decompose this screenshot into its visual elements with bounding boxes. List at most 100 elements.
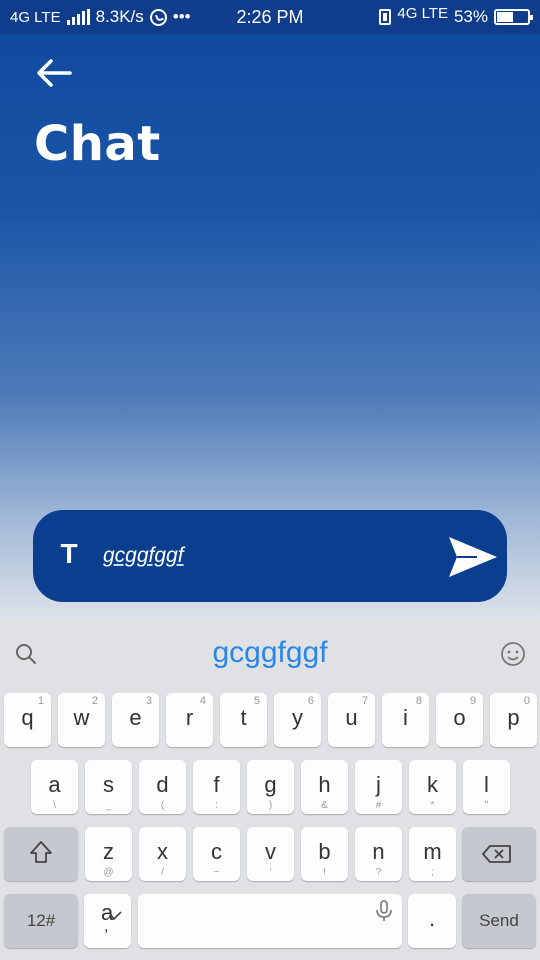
backspace-key[interactable] xyxy=(462,827,536,881)
key-alt-label: ' xyxy=(269,867,272,878)
key-alt-label: " xyxy=(484,800,489,811)
key-alt-label: * xyxy=(430,800,435,811)
key-label: c xyxy=(211,839,222,864)
back-button[interactable] xyxy=(34,56,74,90)
key-label: x xyxy=(157,839,168,864)
key-m[interactable]: m; xyxy=(409,827,456,881)
whatsapp-icon xyxy=(149,8,167,26)
key-label: w xyxy=(73,705,90,730)
shift-key[interactable] xyxy=(4,827,78,881)
space-bar[interactable] xyxy=(138,894,402,948)
key-n[interactable]: n? xyxy=(355,827,402,881)
key-label: s xyxy=(103,772,114,797)
key-f[interactable]: f: xyxy=(193,760,240,814)
arrow-left-icon xyxy=(37,59,72,87)
key-h[interactable]: h & xyxy=(301,760,348,814)
key-label: r xyxy=(185,705,194,730)
language-key[interactable]: a , xyxy=(84,894,131,948)
text-format-icon[interactable]: T xyxy=(57,538,81,570)
send-key[interactable]: Send xyxy=(462,894,536,948)
key-alt-label: ; xyxy=(431,867,434,878)
key-y[interactable]: y6 xyxy=(274,693,321,747)
key-alt-label: / xyxy=(161,867,164,878)
key-d[interactable]: d( xyxy=(139,760,186,814)
key-o[interactable]: o9 xyxy=(436,693,483,747)
network-type: 4G LTE xyxy=(10,8,61,26)
key-label: p xyxy=(507,705,520,730)
key-r[interactable]: r4 xyxy=(166,693,213,747)
key-alt-label: # xyxy=(375,800,382,811)
key-alt-label: & xyxy=(321,800,328,811)
key-p[interactable]: p0 xyxy=(490,693,537,747)
key-alt-label: @ xyxy=(103,867,114,878)
send-key-label: Send xyxy=(479,911,519,930)
status-bar: 4G LTE 8.3K/s ••• 2:26 PM 4G LTE 53% xyxy=(0,0,540,34)
key-alt-label: 7 xyxy=(361,695,368,707)
word-suggestion[interactable]: gcggfggf xyxy=(0,636,540,670)
key-label: b xyxy=(318,839,331,864)
key-label: f xyxy=(213,772,220,797)
key-x[interactable]: x / xyxy=(139,827,186,881)
key-b[interactable]: b! xyxy=(301,827,348,881)
key-alt-label: \ xyxy=(53,800,56,811)
key-alt-label: 1 xyxy=(37,695,44,707)
key-label: a xyxy=(48,772,61,797)
key-label: q xyxy=(21,705,34,730)
key-label: z xyxy=(103,839,114,864)
key-e[interactable]: e3 xyxy=(112,693,159,747)
key-alt-label: _ xyxy=(105,800,112,811)
key-alt-label: ! xyxy=(323,867,326,878)
symbols-key[interactable]: 12# xyxy=(4,894,78,948)
message-input[interactable] xyxy=(103,538,433,574)
message-composer: T xyxy=(33,510,507,602)
key-t[interactable]: t5 xyxy=(220,693,267,747)
key-alt-label: 2 xyxy=(91,695,98,707)
key-label: k xyxy=(427,772,438,797)
battery-icon xyxy=(494,9,533,25)
signal-icon xyxy=(66,9,90,25)
emoji-icon[interactable] xyxy=(500,641,526,667)
backspace-icon xyxy=(482,845,511,863)
microphone-icon xyxy=(376,900,392,921)
symbols-key-label: 12# xyxy=(26,911,56,930)
period-key-label: . xyxy=(428,906,436,931)
key-u[interactable]: u7 xyxy=(328,693,375,747)
more-notifications-icon: ••• xyxy=(172,7,191,26)
key-v[interactable]: v ' xyxy=(247,827,294,881)
key-k[interactable]: k * xyxy=(409,760,456,814)
send-button[interactable] xyxy=(447,534,499,580)
key-label: l xyxy=(484,772,489,797)
key-alt-label: 9 xyxy=(469,695,476,707)
key-w[interactable]: w2 xyxy=(58,693,105,747)
key-c[interactable]: c − xyxy=(193,827,240,881)
key-g[interactable]: g) xyxy=(247,760,294,814)
network-type-secondary: 4G LTE xyxy=(397,4,448,22)
key-label: o xyxy=(453,705,466,730)
key-alt-label: 6 xyxy=(307,695,314,707)
language-key-comma: , xyxy=(104,918,109,935)
key-alt-label: 4 xyxy=(199,695,206,707)
key-label: g xyxy=(264,772,277,797)
key-label: e xyxy=(129,705,142,730)
key-l[interactable]: l " xyxy=(463,760,510,814)
key-s[interactable]: s _ xyxy=(85,760,132,814)
key-j[interactable]: j # xyxy=(355,760,402,814)
key-label: u xyxy=(345,705,358,730)
key-label: n xyxy=(372,839,385,864)
key-z[interactable]: z @ xyxy=(85,827,132,881)
key-i[interactable]: i8 xyxy=(382,693,429,747)
key-q[interactable]: q1 xyxy=(4,693,51,747)
key-label: v xyxy=(265,839,276,864)
key-label: d xyxy=(156,772,169,797)
key-alt-label: − xyxy=(213,867,220,878)
key-alt-label: 8 xyxy=(415,695,422,707)
key-alt-label: ( xyxy=(160,800,165,811)
key-label: j xyxy=(376,772,381,797)
swipe-icon xyxy=(110,911,122,921)
network-speed: 8.3K/s xyxy=(95,7,144,26)
key-a[interactable]: a \ xyxy=(31,760,78,814)
key-alt-label: : xyxy=(215,800,218,811)
chat-screen: Chat T xyxy=(0,34,540,620)
period-key[interactable]: . xyxy=(408,894,456,948)
battery-percent: 53% xyxy=(453,7,488,26)
